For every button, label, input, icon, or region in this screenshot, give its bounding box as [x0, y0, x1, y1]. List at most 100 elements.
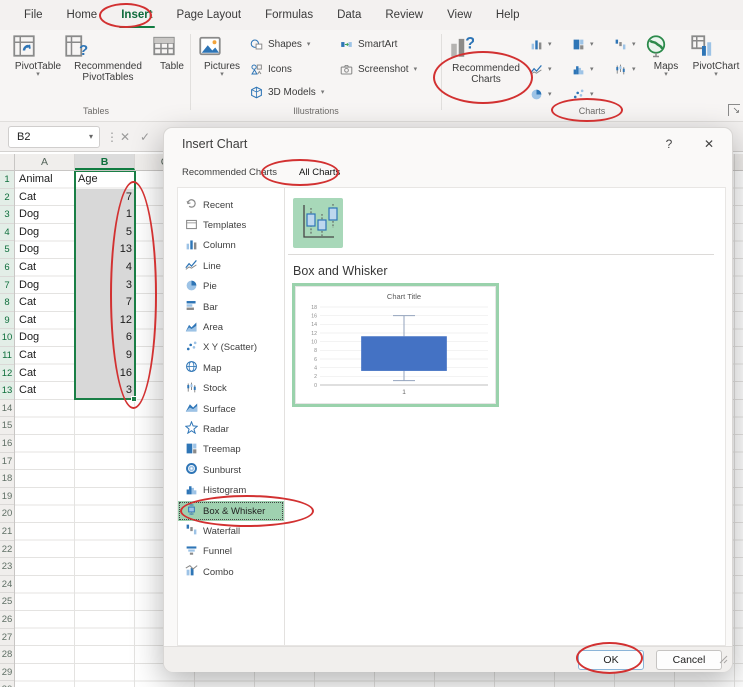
insert-combo-chart-button[interactable]: ▾	[614, 63, 636, 76]
column-header-a[interactable]: A	[15, 154, 75, 170]
chart-type-map[interactable]: Map	[178, 358, 284, 378]
cell-b4[interactable]: 5	[75, 224, 132, 242]
table-button[interactable]: Table	[152, 34, 192, 72]
cell-a3[interactable]: Dog	[19, 206, 73, 224]
cell-a9[interactable]: Cat	[19, 312, 73, 330]
cancel-entry-icon[interactable]: ✕	[120, 126, 130, 148]
cell-b3[interactable]: 1	[75, 206, 132, 224]
cell-a1[interactable]: Animal	[19, 171, 73, 189]
row-header-17[interactable]: 17	[0, 453, 14, 471]
chart-type-xy[interactable]: X Y (Scatter)	[178, 338, 284, 358]
ribbon-tab-help[interactable]: Help	[484, 0, 532, 30]
row-header-13[interactable]: 13	[0, 382, 14, 400]
chart-preview[interactable]: Chart Title 024681012141618 1	[292, 283, 499, 407]
cell-a12[interactable]: Cat	[19, 365, 73, 383]
ribbon-tab-view[interactable]: View	[435, 0, 484, 30]
maps-button[interactable]: Maps ▾	[644, 34, 688, 78]
row-header-1[interactable]: 1	[0, 171, 14, 189]
cell-b1[interactable]: Age	[75, 171, 132, 189]
ribbon-tab-review[interactable]: Review	[373, 0, 435, 30]
row-header-16[interactable]: 16	[0, 435, 14, 453]
box-whisker-thumbnail[interactable]	[293, 198, 343, 248]
ribbon-tab-data[interactable]: Data	[325, 0, 373, 30]
cell-b12[interactable]: 16	[75, 365, 132, 383]
row-header-8[interactable]: 8	[0, 294, 14, 312]
enter-entry-icon[interactable]: ✓	[140, 126, 150, 148]
row-header-15[interactable]: 15	[0, 417, 14, 435]
cell-a11[interactable]: Cat	[19, 347, 73, 365]
3d-models-button[interactable]: 3D Models ▾	[250, 86, 324, 99]
shapes-button[interactable]: Shapes ▾	[250, 38, 310, 51]
cell-b9[interactable]: 12	[75, 312, 132, 330]
charts-dialog-launcher[interactable]: ↘	[728, 104, 740, 116]
row-header-20[interactable]: 20	[0, 505, 14, 523]
chart-type-surface[interactable]: Surface	[178, 399, 284, 419]
row-header-24[interactable]: 24	[0, 576, 14, 594]
insert-line-chart-button[interactable]: ▾	[530, 63, 552, 76]
cell-b7[interactable]: 3	[75, 277, 132, 295]
insert-scatter-chart-button[interactable]: ▾	[572, 88, 594, 101]
smartart-button[interactable]: SmartArt	[340, 38, 397, 51]
cell-b2[interactable]: 7	[75, 189, 132, 207]
chart-type-histogram[interactable]: Histogram	[178, 480, 284, 500]
chart-type-treemap[interactable]: Treemap	[178, 440, 284, 460]
icons-button[interactable]: Icons	[250, 63, 292, 76]
select-all-corner[interactable]	[0, 154, 15, 170]
screenshot-button[interactable]: Screenshot ▾	[340, 63, 417, 76]
dialog-close-button[interactable]: ✕	[696, 133, 722, 155]
cell-a6[interactable]: Cat	[19, 259, 73, 277]
row-header-3[interactable]: 3	[0, 206, 14, 224]
cell-a7[interactable]: Dog	[19, 277, 73, 295]
ribbon-tab-formulas[interactable]: Formulas	[253, 0, 325, 30]
cell-b13[interactable]: 3	[75, 382, 132, 400]
ribbon-tab-insert[interactable]: Insert	[109, 0, 164, 30]
row-header-2[interactable]: 2	[0, 189, 14, 207]
row-headers[interactable]: 1234567891011121314151617181920212223242…	[0, 171, 15, 687]
chart-type-column[interactable]: Column	[178, 236, 284, 256]
row-header-26[interactable]: 26	[0, 611, 14, 629]
ribbon-tab-page-layout[interactable]: Page Layout	[165, 0, 254, 30]
chart-type-bar[interactable]: Bar	[178, 297, 284, 317]
ribbon-tab-home[interactable]: Home	[55, 0, 110, 30]
cell-a2[interactable]: Cat	[19, 189, 73, 207]
chart-type-line[interactable]: Line	[178, 256, 284, 276]
insert-pie-chart-button[interactable]: ▾	[530, 88, 552, 101]
row-header-11[interactable]: 11	[0, 347, 14, 365]
chart-type-pie[interactable]: Pie	[178, 277, 284, 297]
row-header-14[interactable]: 14	[0, 400, 14, 418]
chart-type-waterfall[interactable]: Waterfall	[178, 521, 284, 541]
cancel-button[interactable]: Cancel	[656, 650, 722, 670]
ribbon-tab-file[interactable]: File	[12, 0, 55, 30]
chart-type-sunburst[interactable]: Sunburst	[178, 460, 284, 480]
cell-b5[interactable]: 13	[75, 241, 132, 259]
insert-hierarchy-chart-button[interactable]: ▾	[572, 38, 594, 51]
chart-type-area[interactable]: Area	[178, 317, 284, 337]
chart-type-radar[interactable]: Radar	[178, 419, 284, 439]
dialog-tab-recommended-charts[interactable]: Recommended Charts	[182, 167, 277, 178]
pictures-button[interactable]: Pictures ▾	[198, 34, 246, 78]
row-header-9[interactable]: 9	[0, 312, 14, 330]
row-header-5[interactable]: 5	[0, 241, 14, 259]
chart-type-combo[interactable]: Combo	[178, 562, 284, 582]
pivotchart-button[interactable]: PivotChart ▾	[690, 34, 742, 78]
row-header-27[interactable]: 27	[0, 629, 14, 647]
fill-handle[interactable]	[131, 396, 137, 402]
row-header-4[interactable]: 4	[0, 224, 14, 242]
ok-button[interactable]: OK	[578, 650, 644, 670]
row-header-25[interactable]: 25	[0, 593, 14, 611]
dialog-help-button[interactable]: ?	[656, 133, 682, 155]
cell-a4[interactable]: Dog	[19, 224, 73, 242]
cell-a10[interactable]: Dog	[19, 329, 73, 347]
row-header-23[interactable]: 23	[0, 558, 14, 576]
row-header-30[interactable]: 30	[0, 681, 14, 687]
insert-waterfall-chart-button[interactable]: ▾	[614, 38, 636, 51]
cell-b8[interactable]: 7	[75, 294, 132, 312]
cell-b6[interactable]: 4	[75, 259, 132, 277]
row-header-29[interactable]: 29	[0, 664, 14, 682]
row-header-12[interactable]: 12	[0, 365, 14, 383]
chart-type-boxwhisker[interactable]: Box & Whisker	[178, 501, 284, 521]
pivottable-button[interactable]: PivotTable ▾	[12, 34, 64, 78]
row-header-28[interactable]: 28	[0, 646, 14, 664]
chart-type-templates[interactable]: Templates	[178, 215, 284, 235]
row-header-10[interactable]: 10	[0, 329, 14, 347]
